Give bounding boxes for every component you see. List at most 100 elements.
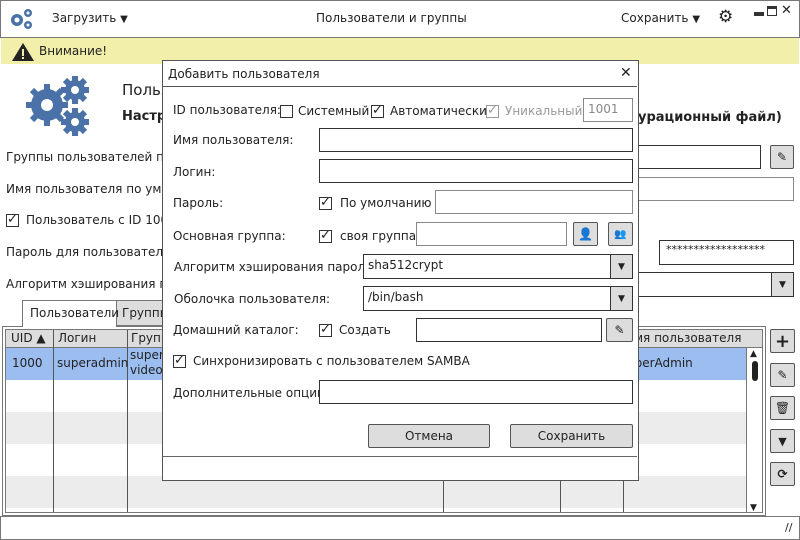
auto-checkbox[interactable]: ✓ (371, 104, 384, 118)
scroll-down-icon[interactable]: ▼ (750, 500, 757, 512)
settings-gears-icon (26, 76, 89, 136)
chevron-down-icon: ▼ (610, 255, 632, 278)
shell-value: /bin/bash (368, 290, 424, 304)
own-group-checkbox[interactable]: ✓ (319, 229, 332, 243)
chevron-down-icon: ▼ (120, 14, 128, 25)
delete-user-button[interactable]: 🗑 (770, 396, 795, 420)
cell-login: superadmin (57, 356, 129, 370)
warning-icon (12, 43, 34, 61)
hash-value: sha512crypt (368, 258, 444, 272)
save-menu[interactable]: Сохранить ▼ (621, 10, 700, 28)
home-input[interactable] (416, 318, 602, 342)
group-input[interactable] (416, 222, 567, 246)
user-icon: 👤 (578, 227, 593, 241)
password-input[interactable]: ****************** (659, 240, 794, 265)
edit-icon: ✎ (614, 323, 625, 337)
dialog-title: Добавить пользователя (168, 67, 320, 81)
column-uid[interactable]: UID ▲ (11, 331, 46, 345)
username-input[interactable] (319, 128, 633, 152)
options-input[interactable] (319, 380, 633, 404)
groups-label: Группы пользователей по у (6, 150, 183, 164)
cancel-label: Отмена (404, 429, 454, 443)
window-title: Пользователи и группы (316, 11, 467, 25)
trash-icon: 🗑 (774, 401, 791, 415)
cancel-button[interactable]: Отмена (368, 424, 490, 448)
page-subtitle: Настр (122, 109, 167, 124)
password-label: Пароль: (173, 196, 224, 210)
chevron-down-icon: ▼ (692, 14, 701, 25)
tab-users-label: Пользователи (30, 306, 120, 320)
system-checkbox[interactable] (280, 105, 293, 118)
add-user-dialog: Добавить пользователя ✕ ID пользователя:… (162, 60, 639, 481)
default-name-label: Имя пользователя по умолч (6, 182, 184, 196)
id-input[interactable]: 1001 (583, 98, 633, 122)
create-home-label: Создать (339, 323, 391, 337)
unique-label: Уникальный (505, 104, 583, 118)
cell-groups: video (130, 363, 163, 377)
maximize-button[interactable] (767, 6, 777, 16)
hash-label: Алгоритм хэширования пар (6, 277, 183, 291)
system-label: Системный (298, 104, 370, 118)
save-menu-label: Сохранить (621, 11, 689, 25)
column-username[interactable]: мя пользователя (634, 331, 741, 345)
samba-checkbox[interactable]: ✓ (173, 354, 186, 368)
scroll-up-icon[interactable]: ▲ (750, 346, 757, 362)
uid-checkbox[interactable]: ✓ (6, 213, 19, 227)
add-user-button[interactable]: + (770, 329, 795, 353)
group-label: Основная группа: (173, 229, 286, 243)
login-input[interactable] (319, 159, 633, 183)
dialog-footer-divider (163, 456, 637, 457)
edit-groups-button[interactable]: ✎ (770, 145, 794, 169)
edit-user-button[interactable]: ✎ (770, 363, 795, 387)
refresh-icon: ⟳ (777, 467, 788, 481)
select-user-button[interactable]: 👤 (573, 222, 598, 246)
password-default-checkbox[interactable]: ✓ (319, 196, 332, 210)
edit-icon: ✎ (776, 150, 788, 164)
id-value: 1001 (588, 102, 619, 116)
refresh-button[interactable]: ⟳ (770, 462, 795, 486)
home-label: Домашний каталог: (173, 323, 299, 337)
cell-groups: super (130, 348, 164, 362)
scroll-thumb[interactable] (752, 361, 758, 381)
column-login[interactable]: Логин (58, 331, 96, 345)
unique-checkbox[interactable]: ✓ (486, 104, 499, 118)
alert-text: Внимание! (39, 44, 108, 58)
default-name-input[interactable] (630, 177, 794, 201)
scrollbar[interactable]: ▲ ▼ (746, 346, 762, 512)
filter-button[interactable]: ▼ (770, 429, 795, 453)
hash-select[interactable]: sha512crypt ▼ (363, 254, 633, 279)
uid-checkbox-label: Пользователь с ID 1000 (26, 213, 176, 227)
page-subtitle-tail: урационный файл) (638, 110, 782, 125)
select-group-button[interactable]: 👥 (608, 222, 633, 246)
load-menu[interactable]: Загрузить ▼ (52, 10, 128, 28)
create-home-checkbox[interactable]: ✓ (319, 323, 332, 337)
edit-icon: ✎ (777, 368, 788, 382)
status-bar (0, 516, 800, 540)
minimize-button[interactable] (754, 12, 764, 16)
shell-select[interactable]: /bin/bash ▼ (363, 286, 633, 311)
save-label: Сохранить (537, 429, 606, 443)
app-gears-icon (11, 9, 32, 29)
load-menu-label: Загрузить (52, 11, 117, 25)
save-button[interactable]: Сохранить (510, 424, 633, 448)
close-button[interactable]: ✕ (781, 3, 792, 19)
shell-label: Оболочка пользователя: (174, 292, 331, 306)
samba-label: Синхронизировать с пользователем SAMBA (193, 354, 470, 368)
password-label: Пароль для пользователей (6, 245, 179, 259)
cell-uid: 1000 (12, 356, 43, 370)
hash-label: Алгоритм хэширования пароля: (174, 260, 377, 274)
auto-label: Автоматически (390, 104, 487, 118)
own-group-label: своя группа (340, 229, 417, 243)
edit-home-button[interactable]: ✎ (606, 318, 633, 342)
groups-input[interactable] (630, 145, 761, 169)
password-input[interactable] (435, 190, 633, 214)
chevron-down-icon: ▼ (610, 287, 632, 310)
filter-icon: ▼ (778, 434, 787, 448)
settings-gear-icon[interactable]: ⚙ (718, 9, 733, 26)
dialog-close-button[interactable]: ✕ (620, 65, 632, 81)
chevron-down-icon: ▼ (771, 273, 793, 296)
tab-users[interactable]: Пользователи (22, 300, 120, 327)
resize-grip-icon[interactable]: // (785, 520, 792, 536)
username-label: Имя пользователя: (173, 133, 294, 147)
hash-select[interactable]: ▼ (630, 272, 794, 297)
